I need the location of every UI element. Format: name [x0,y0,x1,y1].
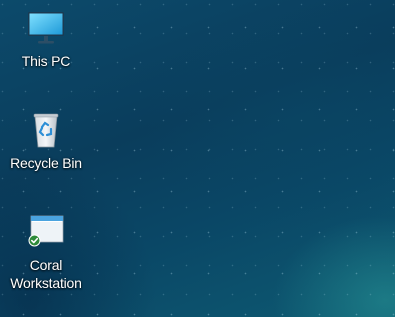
recycle-bin-icon [26,110,66,150]
desktop-icon-recycle-bin[interactable]: Recycle Bin [4,110,88,172]
monitor-icon [26,8,66,48]
checkmark-badge-icon [28,234,41,247]
app-window-icon [26,212,66,252]
desktop[interactable]: This PC Recycle Bin Coral Workstation [0,0,395,317]
desktop-icon-label: Coral Workstation [10,257,82,291]
desktop-icon-coral-workstation[interactable]: Coral Workstation [4,212,88,292]
desktop-icon-this-pc[interactable]: This PC [4,8,88,70]
desktop-icon-label: Recycle Bin [10,155,82,171]
desktop-icon-label: This PC [21,53,71,69]
